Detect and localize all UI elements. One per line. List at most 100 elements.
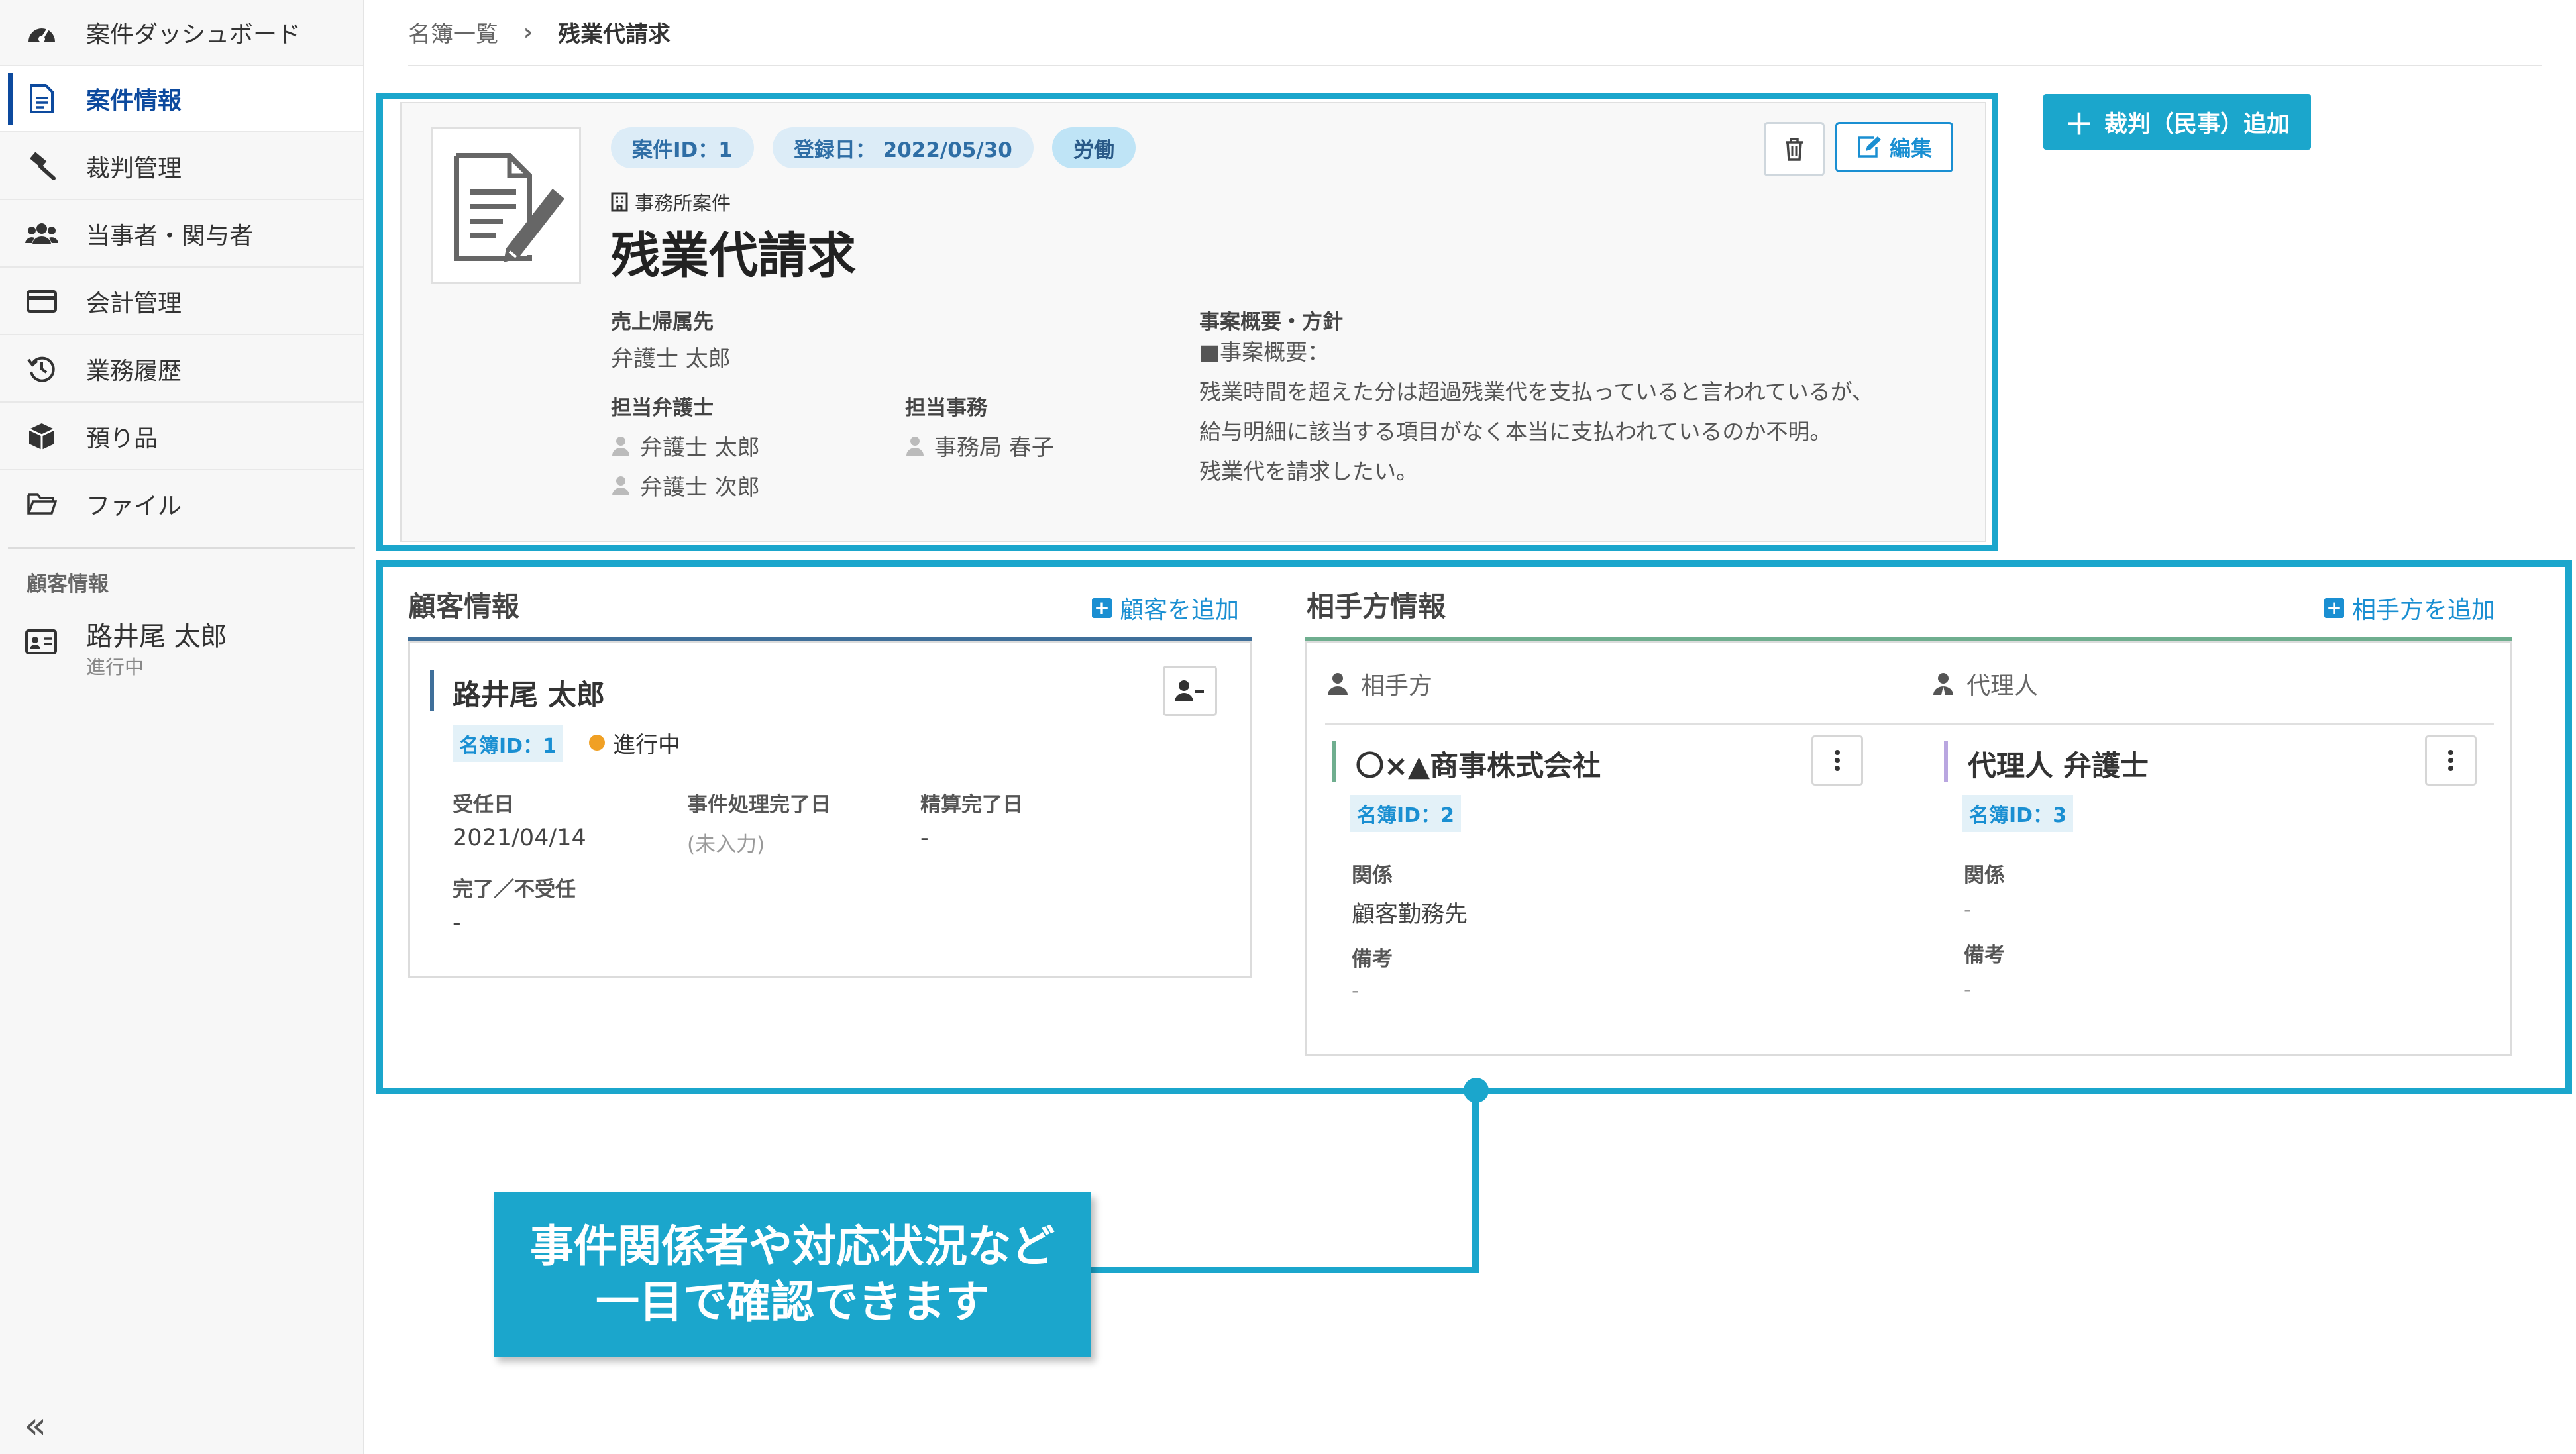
done-date-label: 事件処理完了日: [687, 793, 831, 817]
breadcrumb: 名簿一覧 › 残業代請求: [408, 16, 671, 48]
person-icon: [612, 436, 629, 456]
sidebar-item-label: 裁判管理: [86, 155, 182, 182]
sidebar-item-accounting[interactable]: 会計管理: [0, 269, 363, 335]
person-icon: [1328, 673, 1348, 695]
gavel-icon: [25, 150, 58, 183]
lawyer-item: 弁護士 太郎: [611, 429, 760, 462]
case-summary-card: 案件ID：1 登録日： 2022/05/30 労働 編集 事務所案件 残業代請求…: [400, 102, 1986, 542]
client-name-bar: [430, 670, 434, 711]
opponent-column-header: 相手方: [1326, 666, 1432, 701]
sidebar-item-label: 業務履歴: [86, 358, 182, 385]
sidebar-item-files[interactable]: ファイル: [0, 472, 363, 537]
summary-text: ■事案概要： 残業時間を超えた分は超過残業代を支払っていると言われているが、 給…: [1199, 333, 1968, 492]
opponent-header-divider: [1325, 723, 2494, 725]
opponent-menu-button[interactable]: [1811, 735, 1863, 786]
sidebar-item-label: 案件情報: [86, 87, 182, 115]
client-card: 路井尾 太郎 名簿ID：1 進行中 受任日 2021/04/14 事件処理完了日…: [408, 641, 1252, 978]
more-vertical-icon: [1835, 750, 1840, 771]
edit-icon: [1858, 136, 1881, 158]
agent-name-bar: [1944, 741, 1948, 782]
sidebar-item-label: ファイル: [86, 493, 182, 520]
sidebar-item-trial[interactable]: 裁判管理: [0, 134, 363, 200]
lawyer-name: 弁護士 次郎: [640, 474, 760, 501]
add-trial-button[interactable]: ＋ 裁判（民事）追加: [2043, 94, 2311, 150]
document-icon: [25, 82, 58, 115]
trash-icon: [1786, 138, 1803, 161]
opponent-section-title: 相手方情報: [1307, 590, 1446, 623]
add-client-link[interactable]: + 顧客を追加: [1092, 591, 1239, 625]
case-chips: 案件ID：1 登録日： 2022/05/30 労働: [611, 127, 1136, 168]
agent-column-header: 代理人: [1932, 666, 2038, 701]
agent-menu-button[interactable]: [2425, 735, 2477, 786]
sidebar-client-item[interactable]: 路井尾 太郎 進行中: [25, 615, 356, 681]
card-icon: [25, 285, 58, 318]
history-icon: [25, 352, 58, 386]
folder-icon: [25, 488, 58, 521]
document-sign-icon: [431, 127, 581, 284]
opponent-relation-label: 関係: [1352, 864, 1393, 888]
opponent-id-chip: 名簿ID：2: [1350, 795, 1461, 832]
sidebar-item-deposits[interactable]: 預り品: [0, 404, 363, 470]
summary-line: 残業時間を超えた分は超過残業代を支払っていると言われているが、: [1199, 379, 1874, 405]
agent-relation-label: 関係: [1964, 864, 2005, 888]
agent-relation-value: -: [1964, 898, 1972, 922]
case-id-chip: 案件ID：1: [611, 127, 754, 168]
accept-date-label: 受任日: [453, 793, 514, 817]
client-remove-button[interactable]: [1163, 666, 1217, 716]
building-icon: [611, 192, 628, 212]
callout-line: 一目で確認できます: [596, 1276, 989, 1327]
client-section-title: 顧客情報: [408, 590, 520, 623]
agent-note-value: -: [1964, 978, 1972, 1002]
result-value: -: [453, 909, 461, 936]
staff-label: 担当事務: [905, 396, 987, 420]
callout-connector-horizontal: [1091, 1267, 1479, 1273]
sidebar-item-parties[interactable]: 当事者・関与者: [0, 201, 363, 268]
accept-date-value: 2021/04/14: [453, 825, 586, 851]
registered-date-chip: 登録日： 2022/05/30: [772, 127, 1034, 168]
box-icon: [25, 420, 58, 453]
opponent-name-bar: [1332, 741, 1336, 782]
callout-connector-vertical: [1472, 1090, 1479, 1273]
opponent-name: 〇×▲商事株式会社: [1356, 750, 1601, 783]
summary-line: 給与明細に該当する項目がなく本当に支払われているのか不明。: [1199, 419, 1832, 444]
person-icon: [906, 436, 924, 456]
staff-name: 事務局 春子: [934, 435, 1054, 461]
collapse-sidebar-button[interactable]: «: [24, 1404, 46, 1447]
agent-name: 代理人 弁護士: [1968, 750, 2149, 783]
result-label: 完了／不受任: [453, 878, 576, 902]
sidebar-divider: [8, 547, 355, 549]
sidebar-client-name: 路井尾 太郎: [86, 621, 227, 652]
opponent-column-label: 相手方: [1361, 672, 1433, 700]
lawyer-icon: [1933, 673, 1953, 695]
lawyer-item: 弁護士 次郎: [611, 469, 760, 501]
plus-icon: ＋: [2064, 108, 2094, 142]
client-id-chip: 名簿ID：1: [453, 725, 563, 762]
opponent-note-value: -: [1352, 979, 1360, 1003]
edit-button[interactable]: 編集: [1835, 122, 1953, 172]
id-card-icon: [25, 629, 57, 657]
sidebar-item-history[interactable]: 業務履歴: [0, 337, 363, 403]
people-icon: [25, 217, 58, 250]
breadcrumb-divider: [408, 65, 2542, 66]
category-chip: 労働: [1051, 127, 1136, 168]
delete-button[interactable]: [1764, 122, 1825, 176]
summary-line: 残業代を請求したい。: [1199, 458, 1418, 484]
sidebar-item-label: 預り品: [86, 425, 158, 452]
sidebar-item-label: 当事者・関与者: [86, 223, 254, 250]
done-date-value: (未入力): [687, 833, 765, 857]
client-status: 進行中: [613, 732, 680, 758]
settle-date-value: -: [920, 825, 929, 851]
breadcrumb-parent-link[interactable]: 名簿一覧: [408, 16, 498, 48]
lawyer-name: 弁護士 太郎: [640, 435, 760, 461]
agent-id-chip: 名簿ID：3: [1962, 795, 2073, 832]
sidebar-item-label: 案件ダッシュボード: [86, 21, 301, 48]
edit-label: 編集: [1889, 136, 1932, 161]
more-vertical-icon: [2448, 750, 2453, 771]
sidebar-item-label: 会計管理: [86, 290, 182, 317]
sidebar-item-case-info[interactable]: 案件情報: [0, 66, 363, 132]
sales-label: 売上帰属先: [611, 310, 714, 334]
add-opponent-link[interactable]: + 相手方を追加: [2324, 591, 2495, 625]
sidebar-item-dashboard[interactable]: 案件ダッシュボード: [0, 0, 363, 66]
client-name: 路井尾 太郎: [453, 679, 605, 712]
add-opponent-label: 相手方を追加: [2352, 597, 2496, 624]
